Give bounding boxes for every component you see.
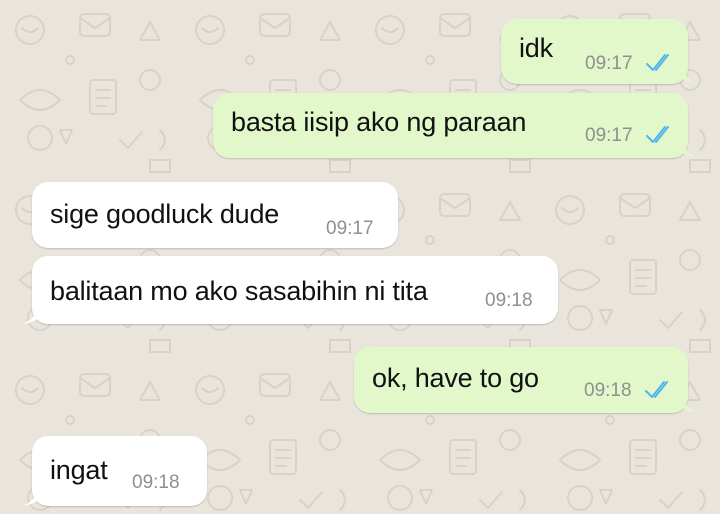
message-bubble-outgoing[interactable]: ok, have to go 09:18 <box>354 347 697 413</box>
message-timestamp: 09:17 <box>585 125 633 146</box>
message-text: balitaan mo ako sasabihin ni tita <box>50 276 428 306</box>
message-timestamp: 09:17 <box>326 218 374 239</box>
double-check-icon <box>646 54 669 71</box>
message-text: basta iisip ako ng paraan <box>231 107 527 137</box>
bubble-tail <box>675 66 697 84</box>
bubble-tail <box>675 395 697 413</box>
conversation: idk 09:17 basta iisip ako ng paraan 09:1… <box>0 0 720 514</box>
message-timestamp: 09:17 <box>585 53 633 74</box>
message-bubble-incoming[interactable]: sige goodluck dude 09:17 <box>32 182 398 248</box>
message-timestamp: 09:18 <box>132 472 180 493</box>
message-timestamp: 09:18 <box>584 380 632 401</box>
message-text: sige goodluck dude <box>50 199 280 229</box>
double-check-icon <box>645 381 668 398</box>
bubble-tail <box>675 140 697 158</box>
bubble-tail <box>23 306 45 324</box>
message-timestamp: 09:18 <box>485 290 533 311</box>
bubble-tail <box>23 488 45 506</box>
message-text: idk <box>519 33 553 63</box>
double-check-icon <box>646 126 669 143</box>
message-bubble-outgoing[interactable]: basta iisip ako ng paraan 09:17 <box>213 93 697 158</box>
message-text: ingat <box>50 455 108 485</box>
message-bubble-incoming[interactable]: ingat 09:18 <box>23 436 207 506</box>
message-bubble-outgoing[interactable]: idk 09:17 <box>501 19 697 84</box>
message-bubble-incoming[interactable]: balitaan mo ako sasabihin ni tita 09:18 <box>23 256 558 324</box>
message-text: ok, have to go <box>372 363 539 393</box>
